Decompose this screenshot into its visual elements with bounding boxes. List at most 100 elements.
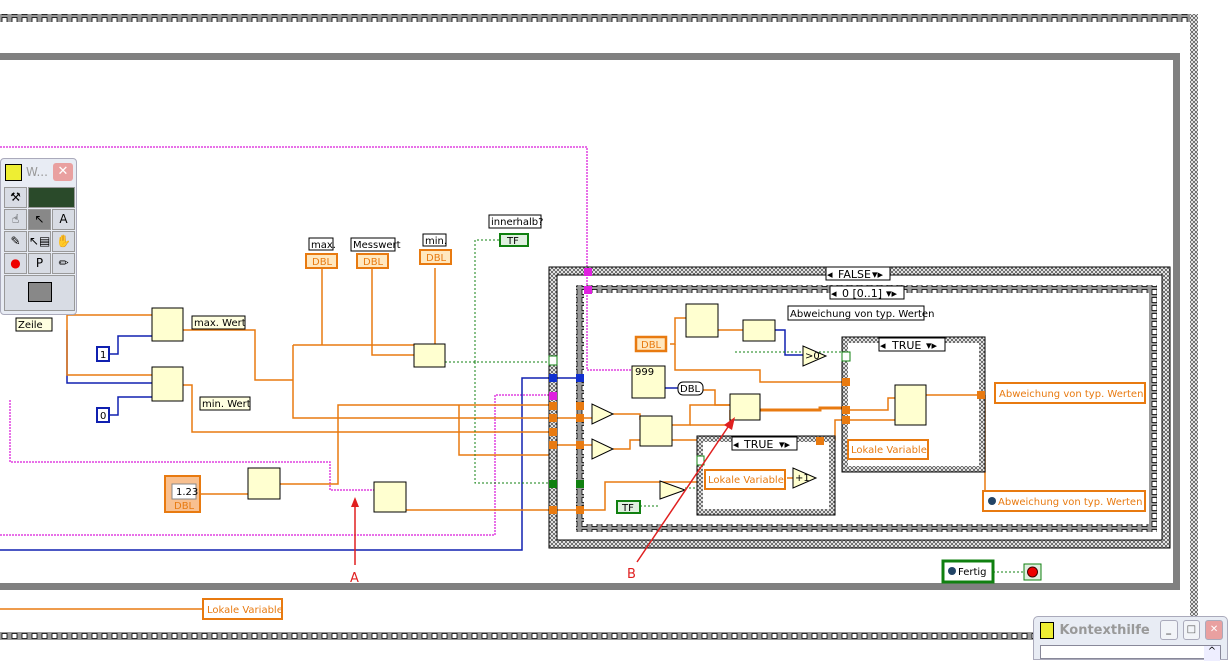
svg-text:Lokale Variable: Lokale Variable bbox=[708, 475, 784, 486]
shortcut-menu-tool-icon[interactable]: ↖▤ bbox=[28, 231, 51, 252]
pink-wires bbox=[0, 146, 632, 536]
svg-text:1.23: 1.23 bbox=[176, 487, 198, 498]
svg-text:FALSE: FALSE bbox=[838, 268, 871, 281]
svg-text:DBL: DBL bbox=[641, 340, 662, 351]
svg-text:0 [0..1]: 0 [0..1] bbox=[842, 287, 882, 300]
labview-icon bbox=[1040, 621, 1055, 639]
case-selector-small-true[interactable]: TRUE ◂ ▾▸ bbox=[731, 436, 798, 451]
local-variable-bottom[interactable]: Lokale Variable bbox=[202, 598, 283, 620]
svg-text:min.: min. bbox=[425, 236, 447, 247]
svg-text:TRUE: TRUE bbox=[743, 438, 773, 451]
svg-text:Messwert: Messwert bbox=[353, 240, 401, 251]
svg-text:Abweichung von typ. Werten: Abweichung von typ. Werten bbox=[998, 497, 1142, 508]
svg-text:◂: ◂ bbox=[831, 287, 837, 300]
svg-text:innerhalb?: innerhalb? bbox=[491, 217, 543, 228]
indicator-messwert[interactable]: Messwert DBL bbox=[350, 237, 401, 269]
scroll-up-button[interactable]: ^ bbox=[1204, 646, 1220, 661]
case-selector-true[interactable]: TRUE ◂ ▾▸ bbox=[878, 337, 946, 352]
global-variable-abweichung-2[interactable]: Abweichung von typ. Werten bbox=[982, 490, 1146, 512]
convert-node bbox=[373, 481, 407, 513]
tools-palette[interactable]: W... ✕ ⚒ ☝ ↖ A ✎ ↖▤ ✋ ● P ✏ bbox=[0, 158, 77, 315]
labview-icon bbox=[5, 163, 22, 181]
gt0-label: >0 bbox=[805, 351, 820, 362]
probe-tool-icon[interactable]: P bbox=[28, 253, 51, 274]
scroll-tool-icon[interactable]: ✋ bbox=[52, 231, 75, 252]
svg-text:▾▸: ▾▸ bbox=[872, 268, 884, 281]
svg-text:TRUE: TRUE bbox=[891, 339, 921, 352]
numeric-constant-control[interactable]: 1.23 DBL bbox=[164, 475, 201, 513]
auto-tool-icon[interactable]: ⚒ bbox=[4, 187, 27, 208]
select-node bbox=[639, 415, 673, 447]
subtract-node bbox=[591, 438, 615, 460]
color-copy-tool-icon[interactable]: ✏ bbox=[52, 253, 75, 274]
svg-text:DBL: DBL bbox=[363, 257, 384, 268]
svg-text:Lokale Variable: Lokale Variable bbox=[851, 445, 927, 456]
close-button[interactable]: ✕ bbox=[1205, 620, 1223, 640]
indicator-min[interactable]: min. DBL bbox=[419, 233, 452, 265]
convert-node bbox=[247, 467, 281, 500]
svg-text:A: A bbox=[350, 571, 359, 586]
text-tool-icon[interactable]: A bbox=[52, 209, 75, 230]
wiring-tool-icon[interactable]: ✎ bbox=[4, 231, 27, 252]
context-help-window[interactable]: Kontexthilfe _ □ ✕ ^ bbox=[1033, 616, 1228, 661]
sequence-selector[interactable]: 0 [0..1] ◂ ▾▸ bbox=[829, 285, 905, 300]
position-tool-icon[interactable]: ↖ bbox=[28, 209, 51, 230]
svg-text:TF: TF bbox=[621, 503, 634, 514]
indicator-max[interactable]: max. DBL bbox=[305, 237, 338, 269]
auto-tool-indicator[interactable] bbox=[28, 187, 75, 208]
max-wert-label: max. Wert bbox=[194, 318, 246, 329]
svg-text:max.: max. bbox=[311, 240, 336, 251]
svg-text:DBL: DBL bbox=[174, 501, 195, 512]
svg-text:▾▸: ▾▸ bbox=[926, 339, 938, 352]
svg-text:DBL: DBL bbox=[426, 253, 447, 264]
svg-text:Lokale Variable: Lokale Variable bbox=[207, 605, 283, 616]
context-help-content: ^ bbox=[1040, 645, 1221, 661]
maximize-button[interactable]: □ bbox=[1182, 620, 1201, 640]
svg-text:TF: TF bbox=[506, 236, 519, 247]
case-selector-false[interactable]: FALSE ◂ ▾▸ bbox=[825, 266, 891, 281]
operate-tool-icon[interactable]: ☝ bbox=[4, 209, 27, 230]
svg-text:DBL: DBL bbox=[680, 384, 701, 395]
svg-text:DBL: DBL bbox=[312, 257, 333, 268]
svg-text:◂: ◂ bbox=[733, 438, 739, 451]
fertig-variable[interactable]: Fertig bbox=[941, 559, 995, 584]
in-range-node bbox=[413, 343, 446, 368]
block-diagram: FALSE ◂ ▾▸ 0 [0..1] ◂ ▾▸ TRUE ◂ ▾▸ TRUE ◂ ▾▸ bbox=[0, 14, 1198, 640]
svg-text:1: 1 bbox=[100, 350, 106, 361]
svg-text:Abweichung von typ. Werten: Abweichung von typ. Werten bbox=[999, 389, 1143, 400]
index-array-node bbox=[685, 303, 719, 338]
zeile-label: Zeile bbox=[18, 320, 43, 331]
index-array-node bbox=[151, 307, 184, 342]
color-tool-icon[interactable] bbox=[4, 275, 75, 311]
svg-text:Fertig: Fertig bbox=[958, 567, 987, 578]
local-variable-abweichung-1[interactable]: Abweichung von typ. Werten bbox=[994, 382, 1146, 404]
subtract-node bbox=[591, 403, 615, 425]
close-icon[interactable]: ✕ bbox=[53, 163, 73, 181]
dbl-control[interactable]: DBL bbox=[634, 335, 668, 353]
tf-constant[interactable]: TF bbox=[616, 500, 641, 514]
svg-text:▾▸: ▾▸ bbox=[886, 287, 898, 300]
svg-text:◂: ◂ bbox=[880, 339, 886, 352]
palette-title: W... bbox=[26, 165, 48, 179]
svg-text:B: B bbox=[627, 567, 636, 582]
abweichung-label: Abweichung von typ. Werten bbox=[790, 309, 934, 320]
minimize-button[interactable]: _ bbox=[1159, 620, 1178, 640]
dbl-conversion[interactable]: DBL bbox=[677, 381, 704, 396]
local-variable-lokale-1[interactable]: Lokale Variable bbox=[847, 439, 929, 460]
build-array-node bbox=[729, 393, 761, 421]
stop-terminal[interactable] bbox=[1023, 563, 1042, 581]
min-wert-label: min. Wert bbox=[202, 399, 251, 410]
increment-label: +1 bbox=[795, 473, 810, 484]
numeric-constants[interactable]: 1 0 bbox=[96, 346, 110, 423]
array-const-label: 999 bbox=[635, 367, 654, 378]
indicator-innerhalb[interactable]: innerhalb? TF bbox=[488, 214, 543, 247]
context-help-title: Kontexthilfe bbox=[1059, 622, 1150, 638]
local-variable-lokale-2[interactable]: Lokale Variable bbox=[704, 469, 786, 490]
svg-text:◂: ◂ bbox=[827, 268, 833, 281]
breakpoint-tool-icon[interactable]: ● bbox=[4, 253, 27, 274]
replace-array-node bbox=[894, 384, 927, 426]
index-array-node bbox=[151, 366, 184, 402]
svg-text:▾▸: ▾▸ bbox=[779, 438, 791, 451]
palette-titlebar[interactable]: W... ✕ bbox=[1, 159, 76, 185]
array-max-node bbox=[742, 319, 776, 342]
